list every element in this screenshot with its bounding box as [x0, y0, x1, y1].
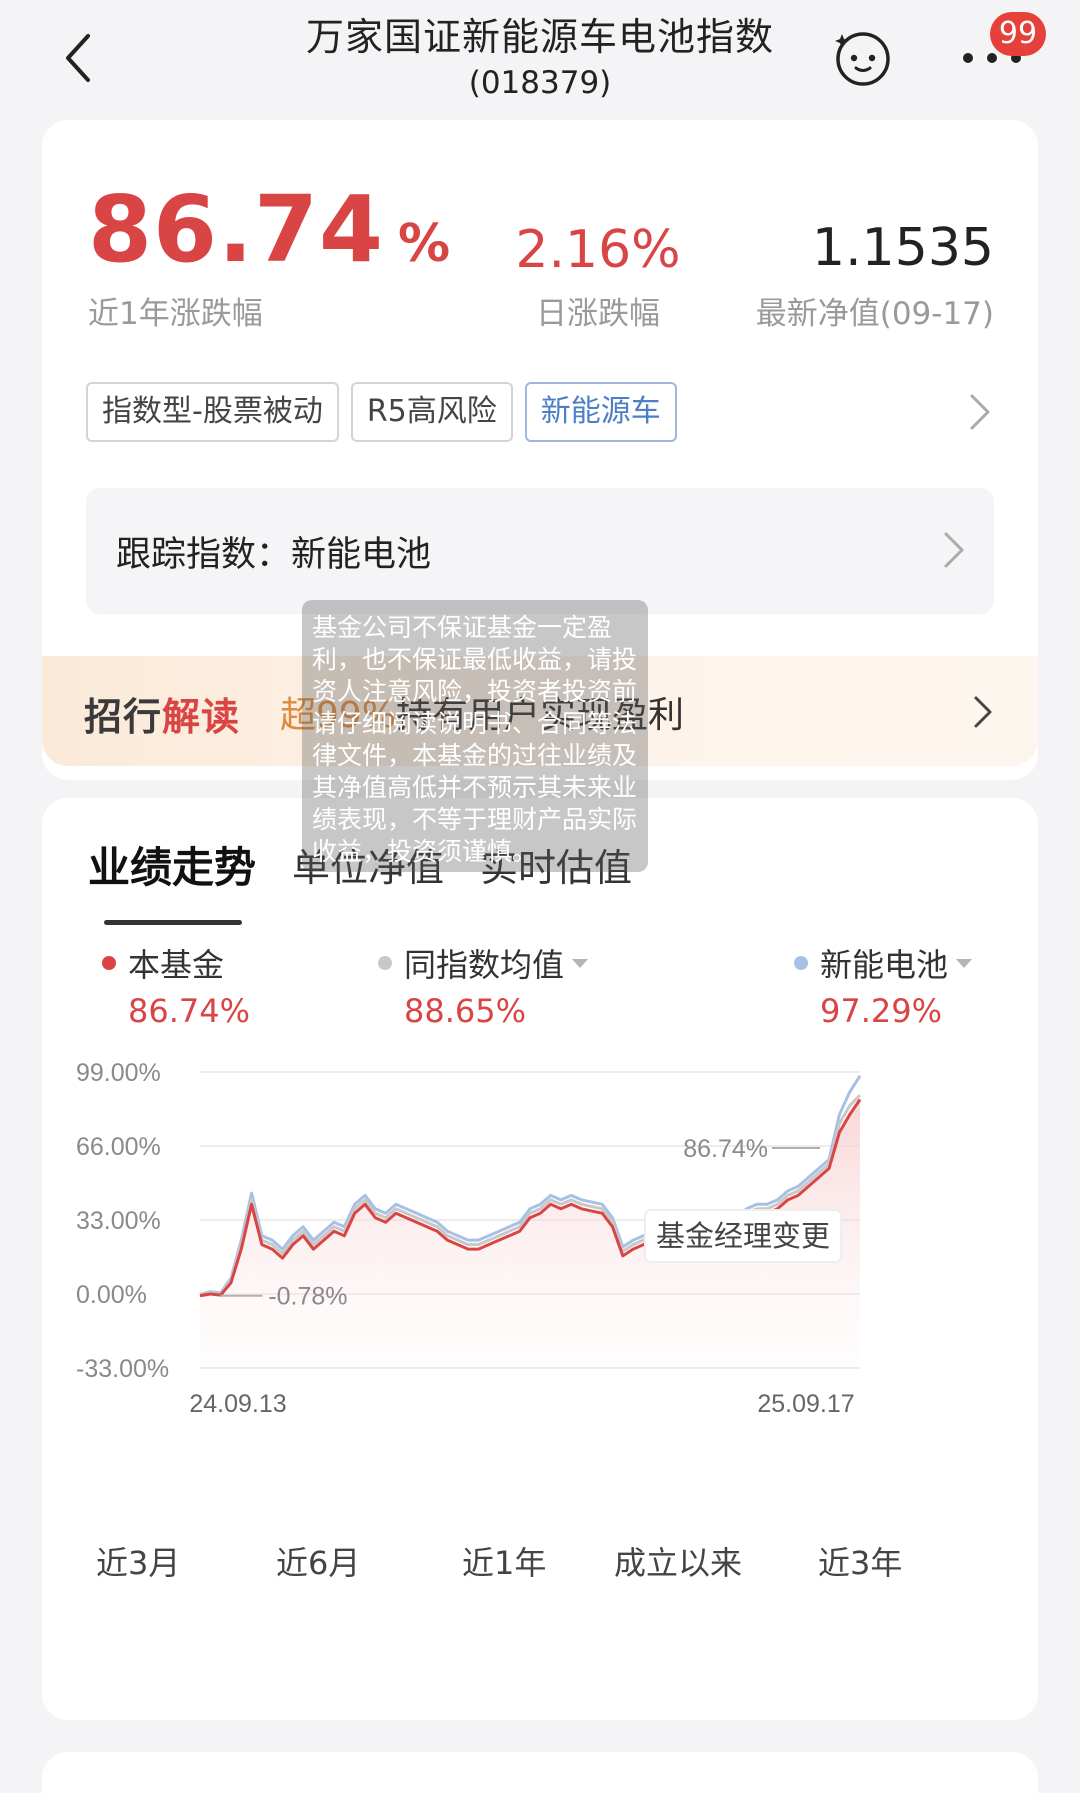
cmb-insight-logo: 招行解读 — [84, 686, 240, 741]
tab-performance-trend[interactable]: 业绩走势 — [88, 840, 256, 896]
daily-return-value: 2.16% — [515, 220, 681, 280]
daily-return-label: 日涨跌幅 — [536, 296, 660, 332]
fund-code: (018379) — [468, 65, 612, 101]
next-card — [42, 1752, 1038, 1793]
y-tick-label: 0.00% — [76, 1281, 147, 1309]
latest-nav-value: 1.1535 — [812, 218, 994, 278]
page-title: 万家国证新能源车电池指数 — [305, 15, 774, 59]
manager-change-tooltip-text: 基金经理变更 — [656, 1219, 830, 1253]
caret-down-icon[interactable] — [572, 958, 589, 968]
tag-risk-level[interactable]: R5高风险 — [350, 382, 513, 442]
one-year-return-label: 近1年涨跌幅 — [88, 296, 263, 332]
one-year-return-unit: % — [398, 214, 452, 274]
period-1y[interactable]: 近1年 — [462, 1538, 546, 1584]
promo-brand-a: 招行 — [84, 695, 163, 739]
assistant-robot-icon[interactable] — [832, 26, 894, 88]
latest-nav-label: 最新净值(09-17) — [755, 296, 994, 332]
tracking-index-row[interactable]: 跟踪指数：新能电池 — [86, 488, 994, 614]
tracking-index-label: 跟踪指数：新能电池 — [116, 535, 432, 575]
legend-fund-value: 86.74% — [128, 992, 251, 1030]
legend-average-value: 88.65% — [404, 992, 527, 1030]
tag-theme[interactable]: 新能源车 — [524, 382, 677, 442]
back-arrow-icon[interactable] — [58, 28, 98, 88]
end-value-label: 86.74% — [683, 1135, 768, 1163]
legend-dot-benchmark — [794, 956, 808, 970]
chevron-right-icon — [944, 532, 964, 568]
legend-fund: 本基金 86.74% — [102, 940, 250, 1030]
legend-index-average[interactable]: 同指数均值 88.65% — [378, 940, 589, 1030]
page-title-block: 万家国证新能源车电池指数 (018379) — [240, 12, 840, 104]
legend-benchmark-value: 97.29% — [820, 992, 943, 1030]
notification-badge: 99 — [990, 12, 1046, 56]
min-value-label: -0.78% — [268, 1283, 347, 1311]
y-tick-label: -33.00% — [76, 1355, 169, 1383]
risk-disclaimer-toast: 基金公司不保证基金一定盈利，也不保证最低收益，请投资人注意风险，投资者投资前请仔… — [302, 600, 648, 872]
period-selector: 近3月 近6月 近1年 成立以来 近3年 — [42, 1538, 1038, 1598]
y-tick-label: 33.00% — [76, 1207, 161, 1235]
legend-benchmark-name: 新能电池 — [820, 946, 949, 984]
chevron-right-icon[interactable] — [964, 390, 994, 434]
legend-fund-name: 本基金 — [128, 946, 225, 984]
tag-fund-type[interactable]: 指数型-股票被动 — [86, 382, 339, 442]
caret-down-icon[interactable] — [956, 958, 973, 968]
one-year-return: 86.74% — [88, 180, 451, 294]
y-tick-label: 66.00% — [76, 1133, 161, 1161]
performance-chart-svg: 99.00% 66.00% 33.00% 0.00% -33.00% -0.78% 86.7… — [76, 1059, 862, 1418]
performance-card: 业绩走势 单位净值 实时估值 本基金 86.74% 同指数均值 88.65% 新… — [42, 798, 1038, 1720]
legend-average-name: 同指数均值 — [404, 946, 565, 984]
chevron-right-icon — [974, 696, 992, 728]
x-end-label: 25.09.17 — [757, 1390, 854, 1418]
legend-dot-fund — [102, 956, 116, 970]
active-tab-indicator — [104, 920, 242, 925]
legend-dot-average — [378, 956, 392, 970]
top-nav-bar: 万家国证新能源车电池指数 (018379) 99 — [0, 0, 1080, 110]
period-3m[interactable]: 近3月 — [96, 1538, 180, 1584]
y-tick-label: 99.00% — [76, 1059, 161, 1087]
period-6m[interactable]: 近6月 — [276, 1538, 360, 1584]
period-3y[interactable]: 近3年 — [818, 1538, 902, 1584]
period-since-inception[interactable]: 成立以来 — [614, 1538, 742, 1584]
legend-benchmark-index[interactable]: 新能电池 97.29% — [794, 940, 973, 1030]
one-year-return-value: 86.74 — [88, 176, 385, 283]
x-start-label: 24.09.13 — [189, 1390, 286, 1418]
fund-tags[interactable]: 指数型-股票被动 R5高风险 新能源车 — [86, 382, 677, 442]
performance-chart[interactable]: 99.00% 66.00% 33.00% 0.00% -33.00% -0.78% 86.7… — [42, 1038, 1038, 1418]
promo-brand-b: 解读 — [162, 695, 241, 739]
